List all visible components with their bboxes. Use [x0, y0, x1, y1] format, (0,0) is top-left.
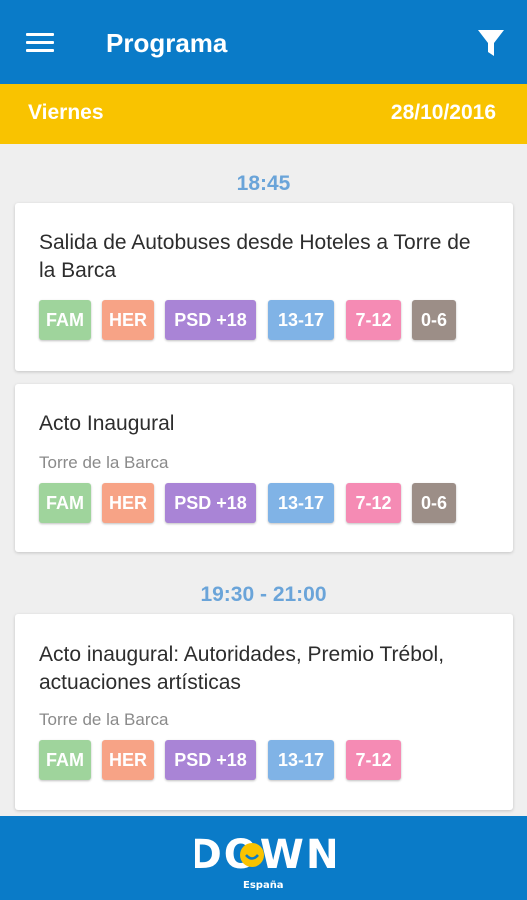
tag-chip: 0-6 — [412, 300, 456, 340]
tag-chip: HER — [102, 740, 154, 780]
hamburger-menu-icon[interactable] — [24, 30, 58, 56]
down-espana-logo-icon: DOWN España — [195, 832, 335, 891]
tag-chip: HER — [102, 483, 154, 523]
tag-chip: 0-6 — [412, 483, 456, 523]
tag-chip: PSD +18 — [165, 300, 256, 340]
tag-chip: FAM — [39, 740, 91, 780]
day-label: Viernes — [28, 101, 104, 124]
tag-chip: 13-17 — [268, 740, 334, 780]
bottom-bar: DOWN España — [0, 816, 527, 900]
program-list[interactable]: 18:45 Salida de Autobuses desde Hoteles … — [0, 144, 527, 816]
time-header: 19:30 - 21:00 — [200, 583, 327, 606]
event-title: Acto inaugural: Autoridades, Premio Tréb… — [39, 643, 445, 694]
tag-chip: PSD +18 — [165, 740, 256, 780]
app-bar: Programa — [0, 0, 527, 84]
filter-funnel-icon[interactable] — [474, 26, 510, 62]
event-title: Salida de Autobuses desde Hoteles a Torr… — [39, 231, 471, 282]
page-title: Programa — [106, 28, 228, 58]
tag-chip: FAM — [39, 300, 91, 340]
event-card[interactable]: Acto inaugural: Autoridades, Premio Tréb… — [15, 614, 513, 810]
logo-text: DOWN — [195, 832, 335, 878]
event-location: Torre de la Barca — [39, 710, 169, 729]
event-location: Torre de la Barca — [39, 453, 169, 472]
event-title: Acto Inaugural — [39, 412, 175, 435]
tag-chip: HER — [102, 300, 154, 340]
event-card[interactable]: Salida de Autobuses desde Hoteles a Torr… — [15, 203, 513, 371]
time-header: 18:45 — [236, 172, 291, 195]
tag-chip: 13-17 — [268, 300, 334, 340]
tag-chip: FAM — [39, 483, 91, 523]
tag-chip: 7-12 — [346, 483, 401, 523]
tag-chip: 7-12 — [346, 740, 401, 780]
date-label: 28/10/2016 — [390, 101, 496, 124]
tag-chip: PSD +18 — [165, 483, 256, 523]
tag-chip: 13-17 — [268, 483, 334, 523]
event-card[interactable]: Acto Inaugural Torre de la Barca FAM HER P… — [15, 384, 513, 552]
logo-subtext: España — [243, 880, 284, 891]
tag-chip: 7-12 — [346, 300, 401, 340]
day-bar: Viernes 28/10/2016 — [0, 84, 527, 144]
